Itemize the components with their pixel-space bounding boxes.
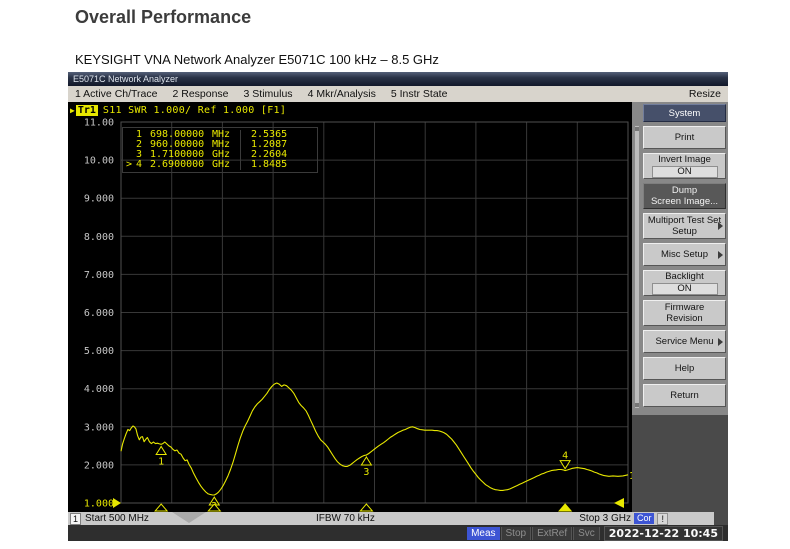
softkey-system-label: System: [669, 108, 701, 119]
menu-active-ch-trace[interactable]: 1 Active Ch/Trace: [75, 88, 157, 100]
softkey-multiport-test-set-setup[interactable]: Multiport Test SetSetup: [643, 213, 726, 239]
menu-mkr-analysis[interactable]: 4 Mkr/Analysis: [308, 88, 376, 100]
softkey-misc-setup-label: Misc Setup: [661, 249, 708, 260]
alert-badge: !: [657, 513, 668, 525]
marker-3-icon: [361, 457, 371, 465]
active-trace-pointer-icon: ▶: [70, 106, 75, 115]
gray-notch-artifact: [172, 512, 206, 523]
menu-response[interactable]: 2 Response: [172, 88, 228, 100]
status-row-filler: [714, 512, 728, 525]
channel-status-bar: 1 Start 500 MHz IFBW 70 kHz Stop 3 GHz C…: [68, 512, 714, 525]
window-body: 11.00 10.00 9.000 8.000 7.000 6.000 5.000 4.000…: [68, 102, 728, 512]
correction-badge: Cor: [634, 513, 655, 524]
softkey-firmware-revision[interactable]: FirmwareRevision: [643, 300, 726, 326]
softkey-dump-screen-image-label: Screen Image...: [651, 196, 718, 207]
softkey-scrollbar[interactable]: [634, 125, 640, 409]
channel-status-row: 1 Start 500 MHz IFBW 70 kHz Stop 3 GHz C…: [68, 512, 728, 525]
softkey-service-menu-label: Service Menu: [655, 336, 713, 347]
window-title: E5071C Network Analyzer: [73, 74, 178, 84]
marker-readout-table: 1698.00000MHz2.53652960.00000MHz1.208731…: [122, 127, 318, 173]
status-stop-badge: Stop: [501, 527, 532, 540]
scroll-down-icon[interactable]: [635, 403, 639, 407]
instrument-status-badges: MeasStopExtRefSvc: [466, 527, 600, 540]
marker-table-row: >4 2.6900000GHz1.8485: [123, 160, 317, 170]
softkey-system[interactable]: System: [643, 104, 726, 122]
y-axis-tick-label: 5.000: [84, 346, 114, 357]
softkey-service-menu[interactable]: Service Menu: [643, 330, 726, 353]
page-subtitle: KEYSIGHT VNA Network Analyzer E5071C 100…: [75, 52, 439, 67]
y-axis-tick-label: 3.000: [84, 422, 114, 433]
softkey-return[interactable]: Return: [643, 384, 726, 407]
softkey-firmware-revision-label: Firmware: [665, 302, 705, 313]
stop-frequency-group: Stop 3 GHz Cor !: [579, 512, 668, 525]
marker-3-stimulus-icon: [360, 504, 372, 511]
menu-bar: 1 Active Ch/Trace 2 Response 3 Stimulus …: [68, 86, 728, 102]
menu-stimulus[interactable]: 3 Stimulus: [244, 88, 293, 100]
marker-1-stimulus-icon: [155, 504, 167, 511]
softkey-backlight[interactable]: BacklightON: [643, 270, 726, 296]
multiport-test-set-setup-submenu-arrow-icon: [718, 222, 723, 230]
marker-4-sel: >: [123, 160, 132, 170]
y-axis-tick-label: 10.00: [84, 156, 114, 167]
invert-image-state: ON: [652, 166, 718, 178]
softkey-firmware-revision-label: Revision: [666, 313, 702, 324]
vna-screen: 11.00 10.00 9.000 8.000 7.000 6.000 5.000 4.000…: [68, 102, 632, 512]
marker-4-freq: 2.6900000: [150, 160, 212, 170]
softkey-buttons: SystemPrintInvert ImageONDumpScreen Imag…: [643, 104, 726, 411]
marker-1-number: 1: [158, 456, 164, 467]
menu-instr-state[interactable]: 5 Instr State: [391, 88, 448, 100]
y-axis-tick-label: 8.000: [84, 232, 114, 243]
service-menu-submenu-arrow-icon: [718, 338, 723, 346]
scroll-up-icon[interactable]: [635, 127, 639, 131]
sweep-indicator-icon: [614, 498, 624, 508]
softkey-invert-image-label: Invert Image: [658, 154, 711, 165]
marker-4-number: 4: [562, 451, 568, 462]
softkey-print[interactable]: Print: [643, 126, 726, 149]
marker-1-icon: [156, 446, 166, 454]
menu-resize[interactable]: Resize: [689, 88, 721, 100]
softkey-return-label: Return: [670, 390, 699, 401]
datetime-label: 2022-12-22 10:45: [604, 526, 723, 541]
y-axis-tick-label: 11.00: [84, 118, 114, 129]
softkey-invert-image[interactable]: Invert ImageON: [643, 153, 726, 179]
trace-params: S11 SWR 1.000/ Ref 1.000 [F1]: [103, 105, 286, 116]
marker-4-val: 1.8485: [240, 160, 311, 170]
trace-status: ▶ Tr1 S11 SWR 1.000/ Ref 1.000 [F1]: [70, 104, 286, 117]
y-axis-tick-label: 7.000: [84, 270, 114, 281]
softkey-backlight-label: Backlight: [665, 271, 704, 282]
status-svc-badge: Svc: [573, 527, 600, 540]
y-axis-tick-label: 6.000: [84, 308, 114, 319]
softkey-multiport-test-set-setup-label: Setup: [672, 226, 697, 237]
softkey-help[interactable]: Help: [643, 357, 726, 380]
y-axis-tick-label: 9.000: [84, 194, 114, 205]
softkey-dump-screen-image[interactable]: DumpScreen Image...: [643, 183, 726, 209]
marker-4-unit: GHz: [212, 160, 240, 170]
status-meas-badge: Meas: [467, 527, 499, 540]
misc-setup-submenu-arrow-icon: [718, 251, 723, 259]
marker-3-number: 3: [363, 467, 369, 478]
reference-level-icon: [113, 498, 121, 508]
ifbw-label[interactable]: IFBW 70 kHz: [316, 513, 375, 524]
marker-4-n: 4: [132, 160, 142, 170]
y-axis-tick-label: 2.000: [84, 460, 114, 471]
softkey-print-label: Print: [675, 132, 695, 143]
softkey-help-label: Help: [675, 363, 695, 374]
channel-number-badge: 1: [70, 513, 81, 525]
page-title: Overall Performance: [75, 7, 251, 28]
softkey-multiport-test-set-setup-label: Multiport Test Set: [648, 215, 721, 226]
window-titlebar[interactable]: E5071C Network Analyzer: [68, 72, 728, 86]
instrument-status-bar: MeasStopExtRefSvc 2022-12-22 10:45: [68, 525, 728, 541]
y-axis-tick-label: 4.000: [84, 384, 114, 395]
stop-frequency-label[interactable]: Stop 3 GHz: [579, 513, 631, 524]
marker-4-stimulus-icon: [559, 504, 571, 511]
backlight-state: ON: [652, 283, 718, 295]
softkey-sidebar: SystemPrintInvert ImageONDumpScreen Imag…: [632, 102, 728, 512]
start-frequency-label[interactable]: Start 500 MHz: [85, 513, 149, 524]
softkey-misc-setup[interactable]: Misc Setup: [643, 243, 726, 266]
vna-window: E5071C Network Analyzer 1 Active Ch/Trac…: [68, 72, 728, 541]
y-axis-tick-label: 1.000: [84, 499, 114, 510]
softkey-dump-screen-image-label: Dump: [672, 185, 697, 196]
status-extref-badge: ExtRef: [532, 527, 572, 540]
trace-badge: Tr1: [76, 105, 98, 116]
